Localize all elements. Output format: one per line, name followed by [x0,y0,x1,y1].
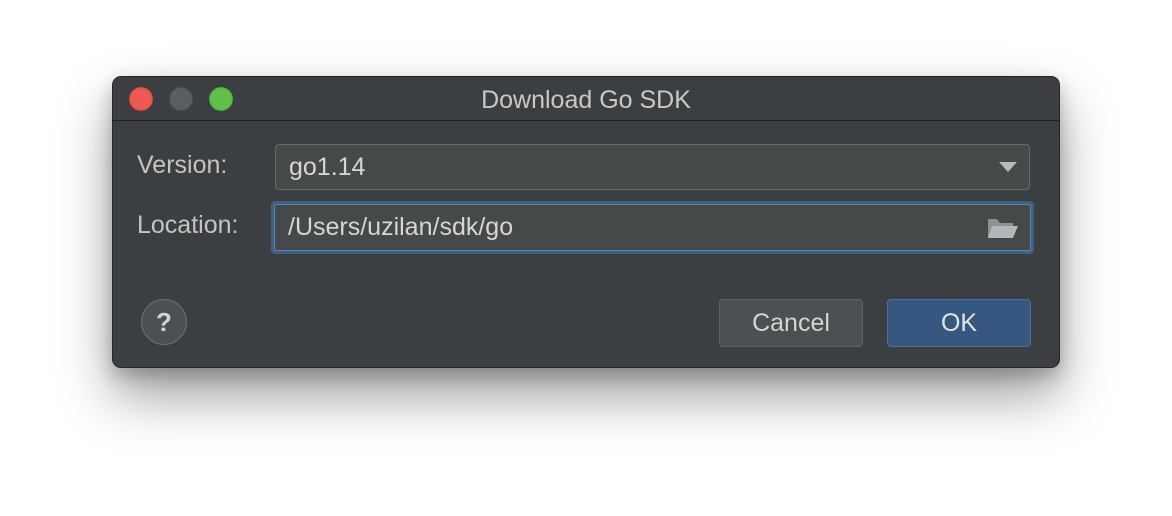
location-label: Location: [137,211,239,239]
location-path-value: /Users/uzilan/sdk/go [288,213,514,241]
version-label: Version: [137,151,228,179]
help-icon: ? [156,307,172,337]
chevron-down-icon [999,162,1017,172]
version-dropdown[interactable]: go1.14 [275,144,1030,190]
ok-button[interactable]: OK [887,299,1031,347]
version-selected-value: go1.14 [289,153,366,181]
desktop-background: Download Go SDK Version: go1.14 Location… [0,0,1172,516]
dialog-title: Download Go SDK [481,86,691,114]
help-button[interactable]: ? [141,299,187,345]
location-field[interactable]: /Users/uzilan/sdk/go [271,201,1034,254]
download-go-sdk-dialog: Download Go SDK Version: go1.14 Location… [112,76,1060,368]
folder-open-icon[interactable] [987,216,1019,240]
cancel-button[interactable]: Cancel [719,299,863,347]
title-bar: Download Go SDK [113,77,1059,121]
